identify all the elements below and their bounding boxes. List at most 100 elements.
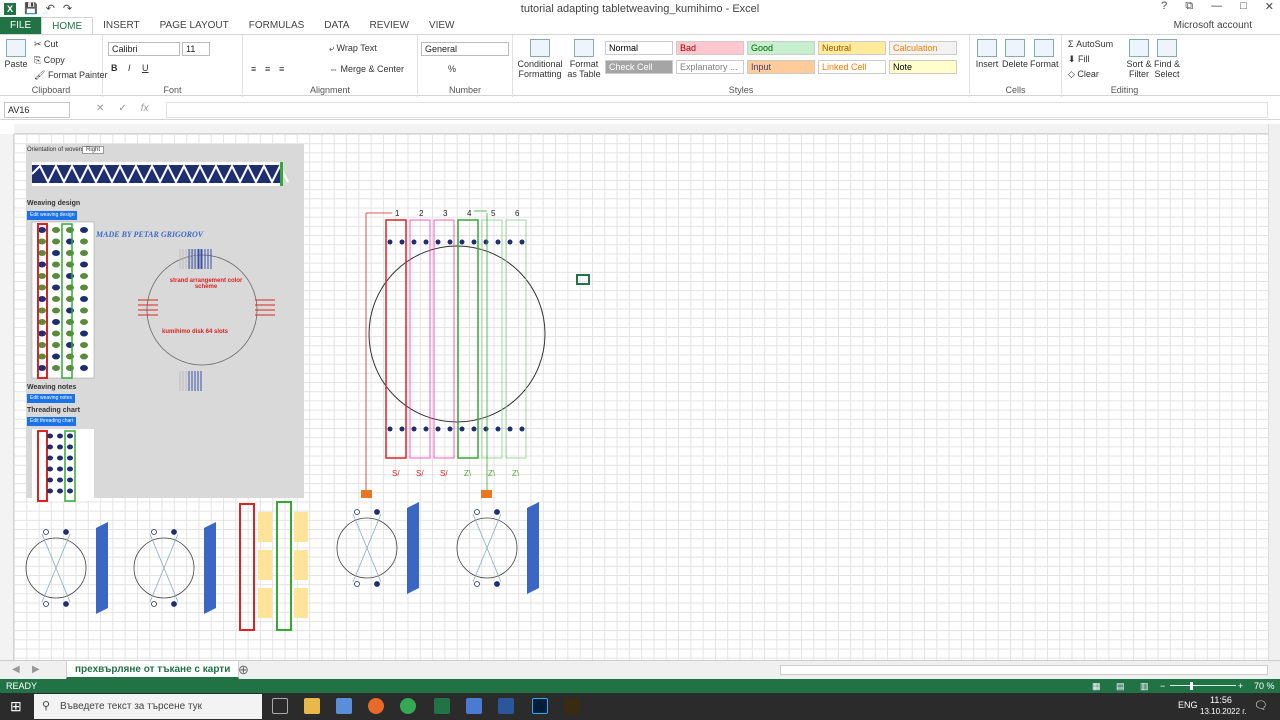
format-as-table-button[interactable]: Format as Table [566, 39, 602, 79]
clear-button[interactable]: ◇ Clear [1068, 69, 1099, 80]
media-app-icon[interactable] [564, 698, 580, 714]
insert-function-icon[interactable]: fx [141, 103, 149, 114]
design-cell [52, 365, 60, 371]
design-cell [52, 261, 60, 268]
help-button[interactable]: ? [1161, 0, 1167, 13]
store-icon[interactable] [336, 698, 352, 714]
app-taskbar-icon[interactable] [466, 698, 482, 714]
tab-page-layout[interactable]: PAGE LAYOUT [150, 17, 239, 34]
delete-cells-button[interactable]: Delete [1002, 39, 1028, 69]
next-sheet-icon[interactable]: ▶ [32, 664, 40, 675]
zoom-slider-thumb[interactable] [1190, 682, 1193, 690]
font-name-select[interactable]: Calibri [108, 42, 180, 56]
window-title: tutorial adapting tabletweaving_kumihimo… [520, 2, 760, 15]
cell-style-linked-cell[interactable]: Linked Cell [818, 60, 886, 74]
cell-style-good[interactable]: Good [747, 41, 815, 55]
wrap-text-button[interactable]: ⤶ Wrap Text [329, 43, 377, 54]
zoom-level[interactable]: 70 % [1254, 679, 1275, 693]
windows-start-icon[interactable]: ⊞ [10, 698, 22, 715]
zoom-slider[interactable] [1170, 685, 1236, 686]
sheet-tab-active[interactable]: прехвърляне от тъкане с карти [66, 661, 240, 679]
firefox-icon[interactable] [368, 698, 384, 714]
redo-icon[interactable]: ↷ [63, 2, 72, 15]
format-painter-button[interactable]: 🖌 Format Painter [34, 70, 107, 81]
file-explorer-icon[interactable] [304, 698, 320, 714]
enter-icon[interactable]: ✓ [118, 103, 126, 114]
font-size-select[interactable]: 11 [182, 42, 210, 56]
cancel-icon[interactable]: ✕ [96, 103, 104, 114]
card-hole [63, 529, 69, 535]
formula-input[interactable] [166, 102, 1268, 118]
add-sheet-icon[interactable]: ⊕ [238, 662, 249, 678]
active-cell[interactable] [576, 274, 590, 285]
copy-button[interactable]: ⎘ Copy [34, 55, 65, 66]
clock-time[interactable]: 11:56 [1210, 695, 1232, 705]
save-icon[interactable]: 💾 [24, 2, 38, 15]
name-box[interactable]: AV16 [4, 102, 70, 118]
cell-style-bad[interactable]: Bad [676, 41, 744, 55]
tab-review[interactable]: REVIEW [359, 17, 418, 34]
maximize-button[interactable]: □ [1240, 0, 1247, 13]
italic-button[interactable]: I [128, 63, 131, 73]
insert-cells-button[interactable]: Insert [974, 39, 1000, 69]
clock-date[interactable]: 13.10.2022 г. [1200, 707, 1246, 716]
percent-button[interactable]: % [448, 64, 456, 74]
cell-style-calculation[interactable]: Calculation [889, 41, 957, 55]
horizontal-scrollbar[interactable] [780, 665, 1268, 675]
notifications-icon[interactable]: 🗨 [1254, 699, 1268, 712]
find-select-button[interactable]: Find & Select [1154, 39, 1180, 79]
underline-button[interactable]: U [142, 63, 149, 73]
cell-style-normal[interactable]: Normal [605, 41, 673, 55]
autosum-button[interactable]: Σ AutoSum [1068, 39, 1113, 49]
tab-file[interactable]: FILE [0, 17, 42, 34]
ribbon-display-button[interactable]: ⧉ [1185, 0, 1193, 13]
paste-button[interactable]: Paste [4, 39, 28, 69]
undo-icon[interactable]: ↶ [46, 2, 55, 15]
photoshop-icon[interactable] [532, 698, 548, 714]
worksheet[interactable]: Orientation of woven bands Right Weaving… [0, 124, 1268, 660]
bottom-slot-dot [435, 426, 441, 432]
chrome-icon[interactable] [400, 698, 416, 714]
align-center-icon[interactable]: ≡ [265, 64, 270, 74]
normal-view-icon[interactable]: ▦ [1092, 679, 1101, 693]
fill-button[interactable]: ⬇ Fill [1068, 54, 1090, 65]
bold-button[interactable]: B [111, 63, 118, 73]
cell-style-input[interactable]: Input [747, 60, 815, 74]
thread-cell [57, 444, 63, 450]
strand-column-2 [409, 219, 431, 459]
tab-view[interactable]: VIEW [419, 17, 465, 34]
number-format-select[interactable]: General [421, 42, 509, 56]
zoom-in-icon[interactable]: + [1238, 679, 1243, 693]
large-disk-diagram [361, 210, 546, 498]
account-button[interactable]: Microsoft account [1174, 17, 1252, 34]
tab-formulas[interactable]: FORMULAS [239, 17, 315, 34]
taskbar-search[interactable]: Въведете текст за търсене тук [34, 694, 262, 719]
page-break-view-icon[interactable]: ▥ [1140, 679, 1149, 693]
page-layout-view-icon[interactable]: ▤ [1116, 679, 1125, 693]
zoom-out-icon[interactable]: − [1160, 679, 1165, 693]
merge-center-button[interactable]: ⇔ Merge & Center [329, 64, 404, 74]
excel-taskbar-icon[interactable] [434, 698, 450, 714]
tab-home[interactable]: HOME [41, 17, 94, 34]
language-indicator[interactable]: ENG [1178, 700, 1198, 710]
conditional-formatting-button[interactable]: Conditional Formatting [516, 39, 564, 79]
cell-style-neutral[interactable]: Neutral [818, 41, 886, 55]
task-view-icon[interactable] [272, 698, 288, 714]
vertical-scrollbar[interactable] [1268, 124, 1280, 660]
cell-style-explanatory[interactable]: Explanatory ... [676, 60, 744, 74]
column-number-4: 4 [467, 209, 472, 218]
tab-data[interactable]: DATA [314, 17, 359, 34]
thread-cell [67, 455, 73, 461]
cell-style-note[interactable]: Note [889, 60, 957, 74]
format-cells-button[interactable]: Format [1030, 39, 1059, 69]
cell-style-check-cell[interactable]: Check Cell [605, 60, 673, 74]
tab-insert[interactable]: INSERT [93, 17, 150, 34]
align-left-icon[interactable]: ≡ [251, 64, 256, 74]
align-right-icon[interactable]: ≡ [279, 64, 284, 74]
prev-sheet-icon[interactable]: ◀ [12, 664, 20, 675]
sort-filter-button[interactable]: Sort & Filter [1126, 39, 1152, 79]
minimize-button[interactable]: — [1211, 0, 1222, 13]
word-icon[interactable] [498, 698, 514, 714]
close-button[interactable]: ✕ [1265, 0, 1274, 13]
cut-button[interactable]: ✂ Cut [34, 39, 58, 50]
